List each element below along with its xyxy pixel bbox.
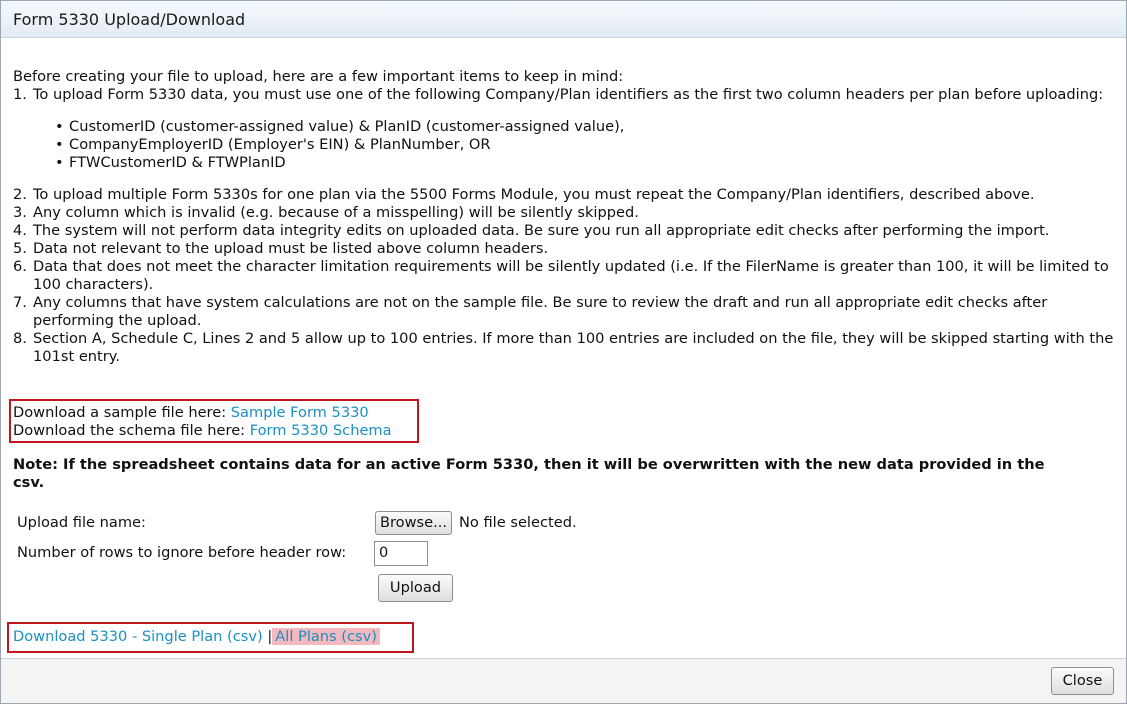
instruction-item-4: 4. The system will not perform data integ… xyxy=(13,222,1114,240)
item-text: To upload multiple Form 5330s for one pl… xyxy=(33,186,1035,203)
instruction-item-2: 2. To upload multiple Form 5330s for one … xyxy=(13,186,1114,204)
item-number: 5. xyxy=(13,240,27,257)
all-plans-link[interactable]: All Plans (csv) xyxy=(272,628,380,645)
form-5330-dialog: Form 5330 Upload/Download Before creatin… xyxy=(0,0,1127,704)
upload-file-label: Upload file name: xyxy=(17,514,146,531)
item-number: 1. xyxy=(13,86,27,103)
sample-file-line: Download a sample file here: Sample Form… xyxy=(13,404,415,422)
item-number: 8. xyxy=(13,330,27,347)
item-text: Data that does not meet the character li… xyxy=(33,258,1109,293)
instruction-item-7: 7. Any columns that have system calculati… xyxy=(13,294,1114,330)
item-number: 3. xyxy=(13,204,27,221)
download-files-box: Download a sample file here: Sample Form… xyxy=(9,399,419,443)
instruction-list-continued: 2. To upload multiple Form 5330s for one … xyxy=(13,186,1114,366)
identifier-item: CompanyEmployerID (Employer's EIN) & Pla… xyxy=(55,136,1114,154)
identifier-item: CustomerID (customer-assigned value) & P… xyxy=(55,118,1114,136)
item-text: Any column which is invalid (e.g. becaus… xyxy=(33,204,639,221)
item-number: 7. xyxy=(13,294,27,311)
instruction-item-5: 5. Data not relevant to the upload must b… xyxy=(13,240,1114,258)
instruction-item-8: 8. Section A, Schedule C, Lines 2 and 5 a… xyxy=(13,330,1114,366)
identifier-list: CustomerID (customer-assigned value) & P… xyxy=(13,118,1114,172)
item-number: 2. xyxy=(13,186,27,203)
no-file-text: No file selected. xyxy=(459,514,577,531)
dialog-footer: Close xyxy=(1,658,1126,703)
item-text: The system will not perform data integri… xyxy=(33,222,1050,239)
sample-file-label: Download a sample file here: xyxy=(13,404,231,421)
item-text: To upload Form 5330 data, you must use o… xyxy=(33,86,1104,103)
item-text: Data not relevant to the upload must be … xyxy=(33,240,549,257)
item-number: 4. xyxy=(13,222,27,239)
download-csv-box: Download 5330 - Single Plan (csv) | All P… xyxy=(7,622,414,653)
instruction-item-1: 1. To upload Form 5330 data, you must us… xyxy=(13,86,1114,104)
instructions: Before creating your file to upload, her… xyxy=(13,68,1114,366)
close-button[interactable]: Close xyxy=(1051,667,1114,695)
browse-button[interactable]: Browse... xyxy=(375,511,452,535)
item-text: Any columns that have system calculation… xyxy=(33,294,1048,329)
schema-link[interactable]: Form 5330 Schema xyxy=(250,422,392,439)
sample-form-link[interactable]: Sample Form 5330 xyxy=(231,404,369,421)
upload-button[interactable]: Upload xyxy=(378,574,453,602)
schema-file-label: Download the schema file here: xyxy=(13,422,250,439)
schema-file-line: Download the schema file here: Form 5330… xyxy=(13,422,415,440)
intro-text: Before creating your file to upload, her… xyxy=(13,68,624,85)
overwrite-note: Note: If the spreadsheet contains data f… xyxy=(13,456,1045,491)
instruction-item-6: 6. Data that does not meet the character … xyxy=(13,258,1114,294)
instruction-list: 1. To upload Form 5330 data, you must us… xyxy=(13,86,1114,104)
instruction-item-3: 3. Any column which is invalid (e.g. beca… xyxy=(13,204,1114,222)
rows-ignore-label: Number of rows to ignore before header r… xyxy=(17,544,347,561)
dialog-title: Form 5330 Upload/Download xyxy=(1,1,1126,38)
item-text: Section A, Schedule C, Lines 2 and 5 all… xyxy=(33,330,1114,365)
identifier-item: FTWCustomerID & FTWPlanID xyxy=(55,154,1114,172)
download-single-plan-link[interactable]: Download 5330 - Single Plan (csv) xyxy=(13,628,263,645)
rows-ignore-input[interactable]: 0 xyxy=(374,541,428,566)
item-number: 6. xyxy=(13,258,27,275)
